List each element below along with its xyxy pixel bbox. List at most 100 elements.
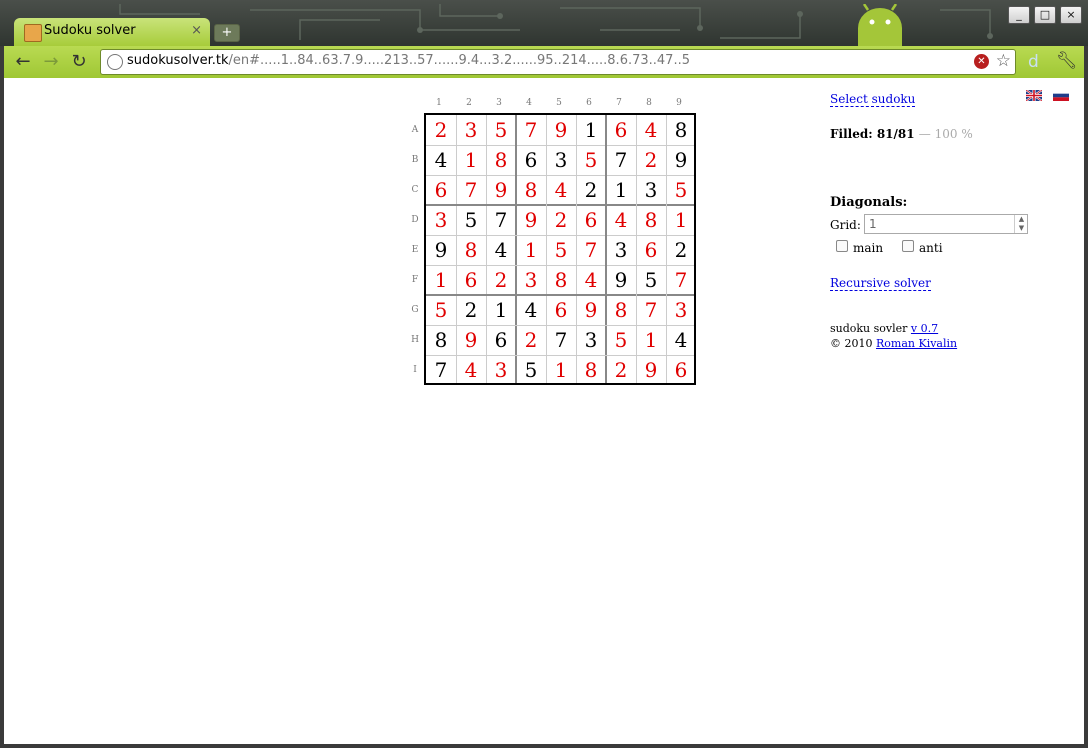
cell-g5[interactable]: 6 xyxy=(546,295,576,325)
extension-icon[interactable]: d xyxy=(1028,52,1039,72)
cell-b7[interactable]: 7 xyxy=(606,145,636,175)
anti-diagonal-checkbox[interactable] xyxy=(902,240,914,252)
cell-i3[interactable]: 3 xyxy=(486,355,516,385)
cell-h5[interactable]: 7 xyxy=(546,325,576,355)
cell-a9[interactable]: 8 xyxy=(666,115,696,145)
cell-i5[interactable]: 1 xyxy=(546,355,576,385)
cell-d7[interactable]: 4 xyxy=(606,205,636,235)
cell-b4[interactable]: 6 xyxy=(516,145,546,175)
cell-f5[interactable]: 8 xyxy=(546,265,576,295)
maximize-button[interactable]: □ xyxy=(1034,6,1056,24)
cell-i8[interactable]: 9 xyxy=(636,355,666,385)
cell-c7[interactable]: 1 xyxy=(606,175,636,205)
cell-g6[interactable]: 9 xyxy=(576,295,606,325)
cell-e4[interactable]: 1 xyxy=(516,235,546,265)
wrench-menu-icon[interactable]: 🔧︎ xyxy=(1056,51,1078,71)
cell-c1[interactable]: 6 xyxy=(426,175,456,205)
cell-c8[interactable]: 3 xyxy=(636,175,666,205)
close-window-button[interactable]: × xyxy=(1060,6,1082,24)
cell-h9[interactable]: 4 xyxy=(666,325,696,355)
cell-g8[interactable]: 7 xyxy=(636,295,666,325)
cell-e5[interactable]: 5 xyxy=(546,235,576,265)
grid-stepper-icon[interactable]: ▲ ▼ xyxy=(1014,215,1028,233)
browser-tab[interactable]: Sudoku solver × xyxy=(14,18,210,46)
cell-c2[interactable]: 7 xyxy=(456,175,486,205)
cell-e7[interactable]: 3 xyxy=(606,235,636,265)
grid-number-input[interactable] xyxy=(864,214,1028,234)
cell-a2[interactable]: 3 xyxy=(456,115,486,145)
cell-f2[interactable]: 6 xyxy=(456,265,486,295)
cell-i7[interactable]: 2 xyxy=(606,355,636,385)
select-sudoku-link[interactable]: Select sudoku xyxy=(830,92,916,107)
cell-h7[interactable]: 5 xyxy=(606,325,636,355)
cell-d6[interactable]: 6 xyxy=(576,205,606,235)
blocked-icon[interactable]: ✕ xyxy=(974,54,989,69)
cell-g4[interactable]: 4 xyxy=(516,295,546,325)
forward-arrow-icon[interactable]: → xyxy=(40,51,62,73)
cell-b8[interactable]: 2 xyxy=(636,145,666,175)
cell-c3[interactable]: 9 xyxy=(486,175,516,205)
cell-h6[interactable]: 3 xyxy=(576,325,606,355)
cell-e1[interactable]: 9 xyxy=(426,235,456,265)
cell-d8[interactable]: 8 xyxy=(636,205,666,235)
sudoku-board[interactable]: 2357916484186357296798421353579264819841… xyxy=(424,113,696,385)
minimize-button[interactable]: _ xyxy=(1008,6,1030,24)
cell-g3[interactable]: 1 xyxy=(486,295,516,325)
cell-d5[interactable]: 2 xyxy=(546,205,576,235)
cell-i6[interactable]: 8 xyxy=(576,355,606,385)
tab-close-icon[interactable]: × xyxy=(191,23,202,38)
cell-i9[interactable]: 6 xyxy=(666,355,696,385)
back-arrow-icon[interactable]: ← xyxy=(12,51,34,73)
address-bar[interactable]: sudokusolver.tk/en#.....1..84..63.7.9...… xyxy=(100,49,1016,75)
cell-i1[interactable]: 7 xyxy=(426,355,456,385)
cell-g9[interactable]: 3 xyxy=(666,295,696,325)
cell-b5[interactable]: 3 xyxy=(546,145,576,175)
cell-f4[interactable]: 3 xyxy=(516,265,546,295)
cell-e3[interactable]: 4 xyxy=(486,235,516,265)
cell-a5[interactable]: 9 xyxy=(546,115,576,145)
cell-h3[interactable]: 6 xyxy=(486,325,516,355)
url-text[interactable]: sudokusolver.tk/en#.....1..84..63.7.9...… xyxy=(127,53,690,68)
cell-f9[interactable]: 7 xyxy=(666,265,696,295)
cell-e9[interactable]: 2 xyxy=(666,235,696,265)
version-link[interactable]: v 0.7 xyxy=(911,322,938,335)
cell-d4[interactable]: 9 xyxy=(516,205,546,235)
bookmark-star-icon[interactable]: ☆ xyxy=(996,51,1011,71)
cell-i2[interactable]: 4 xyxy=(456,355,486,385)
recursive-solver-link[interactable]: Recursive solver xyxy=(830,276,931,291)
russia-flag-icon[interactable] xyxy=(1053,90,1069,101)
cell-e2[interactable]: 8 xyxy=(456,235,486,265)
cell-a4[interactable]: 7 xyxy=(516,115,546,145)
cell-b2[interactable]: 1 xyxy=(456,145,486,175)
cell-g2[interactable]: 2 xyxy=(456,295,486,325)
cell-c5[interactable]: 4 xyxy=(546,175,576,205)
cell-c6[interactable]: 2 xyxy=(576,175,606,205)
cell-h8[interactable]: 1 xyxy=(636,325,666,355)
cell-b9[interactable]: 9 xyxy=(666,145,696,175)
cell-e8[interactable]: 6 xyxy=(636,235,666,265)
cell-f8[interactable]: 5 xyxy=(636,265,666,295)
cell-c9[interactable]: 5 xyxy=(666,175,696,205)
cell-f3[interactable]: 2 xyxy=(486,265,516,295)
cell-a7[interactable]: 6 xyxy=(606,115,636,145)
reload-icon[interactable]: ↻ xyxy=(68,51,90,73)
cell-a6[interactable]: 1 xyxy=(576,115,606,145)
cell-a8[interactable]: 4 xyxy=(636,115,666,145)
cell-d9[interactable]: 1 xyxy=(666,205,696,235)
cell-h2[interactable]: 9 xyxy=(456,325,486,355)
new-tab-button[interactable]: + xyxy=(214,24,240,42)
cell-g1[interactable]: 5 xyxy=(426,295,456,325)
cell-a3[interactable]: 5 xyxy=(486,115,516,145)
cell-b3[interactable]: 8 xyxy=(486,145,516,175)
cell-f6[interactable]: 4 xyxy=(576,265,606,295)
cell-c4[interactable]: 8 xyxy=(516,175,546,205)
cell-a1[interactable]: 2 xyxy=(426,115,456,145)
author-link[interactable]: Roman Kivalin xyxy=(876,337,957,350)
cell-d2[interactable]: 5 xyxy=(456,205,486,235)
uk-flag-icon[interactable] xyxy=(1026,90,1042,101)
cell-d3[interactable]: 7 xyxy=(486,205,516,235)
cell-d1[interactable]: 3 xyxy=(426,205,456,235)
cell-f7[interactable]: 9 xyxy=(606,265,636,295)
cell-e6[interactable]: 7 xyxy=(576,235,606,265)
cell-b1[interactable]: 4 xyxy=(426,145,456,175)
